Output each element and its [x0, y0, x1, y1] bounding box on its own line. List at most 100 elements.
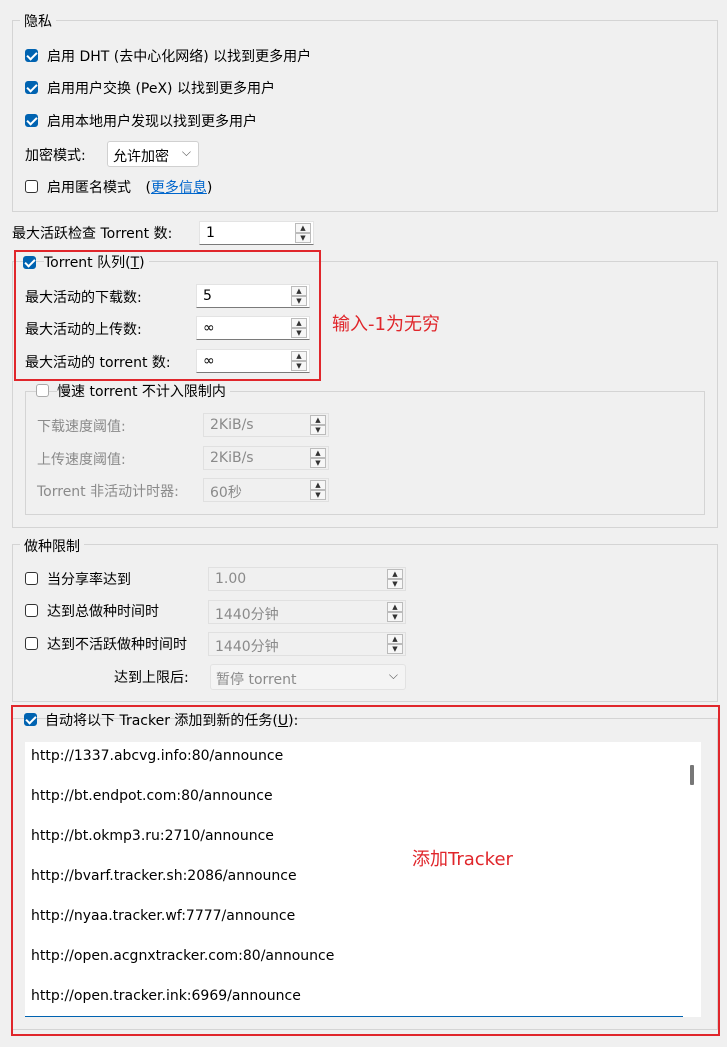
dht-label: 启用 DHT (去中心化网络) 以找到更多用户	[47, 49, 312, 65]
tracker-item[interactable]: http://1337.abcvg.info:80/announce	[31, 748, 283, 764]
queue-annotation: 输入-1为无穷	[332, 314, 440, 335]
inactive-seed-checkbox[interactable]	[25, 637, 38, 650]
paren-close: )	[206, 180, 213, 196]
tracker-item[interactable]: http://bt.okmp3.ru:2710/announce	[31, 828, 274, 844]
down-arrow-icon[interactable]: ▼	[310, 458, 326, 468]
max-uploads-value: ∞	[203, 320, 215, 336]
up-arrow-icon[interactable]: ▲	[387, 569, 403, 579]
chevron-down-icon: ⌵	[388, 668, 398, 682]
queue-title-suffix: )	[139, 255, 145, 271]
ul-threshold-spinbox[interactable]: 2KiB/s ▲ ▼	[203, 446, 329, 470]
checking-spinbox[interactable]: 1 ▲ ▼	[199, 221, 314, 245]
tracker-item[interactable]: http://bvarf.tracker.sh:2086/announce	[31, 868, 297, 884]
max-uploads-label: 最大活动的上传数:	[25, 322, 142, 338]
checking-value: 1	[206, 225, 215, 241]
inactive-seed-spinbox[interactable]: 1440分钟 ▲ ▼	[208, 632, 406, 656]
ratio-stepper[interactable]: ▲ ▼	[387, 569, 403, 589]
max-downloads-value: 5	[203, 288, 212, 304]
max-torrents-spinbox[interactable]: ∞ ▲ ▼	[196, 349, 310, 373]
up-arrow-icon[interactable]: ▲	[310, 415, 326, 425]
down-arrow-icon[interactable]: ▼	[291, 296, 307, 306]
tracker-item[interactable]: http://nyaa.tracker.wf:7777/announce	[31, 908, 295, 924]
max-uploads-stepper[interactable]: ▲ ▼	[291, 318, 307, 338]
anonymous-label: 启用匿名模式 (更多信息)	[47, 177, 212, 197]
up-arrow-icon[interactable]: ▲	[387, 602, 403, 612]
dl-threshold-stepper[interactable]: ▲ ▼	[310, 415, 326, 435]
inactive-timer-stepper[interactable]: ▲ ▼	[310, 480, 326, 500]
down-arrow-icon[interactable]: ▼	[387, 579, 403, 589]
queue-title-key: T	[130, 255, 140, 271]
ratio-spinbox[interactable]: 1.00 ▲ ▼	[208, 567, 406, 591]
down-arrow-icon[interactable]: ▼	[310, 490, 326, 500]
seed-time-stepper[interactable]: ▲ ▼	[387, 602, 403, 622]
encryption-select[interactable]: 允许加密 ⌵	[107, 141, 199, 167]
seed-time-checkbox[interactable]	[25, 604, 38, 617]
inactive-seed-stepper[interactable]: ▲ ▼	[387, 634, 403, 654]
more-info-link[interactable]: 更多信息	[151, 180, 207, 196]
chevron-down-icon: ⌵	[181, 145, 191, 159]
dl-threshold-spinbox[interactable]: 2KiB/s ▲ ▼	[203, 413, 329, 437]
seed-time-spinbox[interactable]: 1440分钟 ▲ ▼	[208, 600, 406, 624]
seed-time-value: 1440分钟	[215, 607, 279, 623]
limit-action-value: 暂停 torrent	[216, 672, 297, 688]
down-arrow-icon[interactable]: ▼	[310, 425, 326, 435]
down-arrow-icon[interactable]: ▼	[291, 361, 307, 371]
privacy-title: 隐私	[20, 11, 56, 31]
up-arrow-icon[interactable]: ▲	[291, 318, 307, 328]
queue-checkbox[interactable]	[23, 256, 36, 269]
inactive-timer-spinbox[interactable]: 60秒 ▲ ▼	[203, 478, 329, 502]
trackers-title-key: U	[277, 713, 289, 729]
slow-torrent-checkbox[interactable]	[36, 384, 49, 397]
ratio-value: 1.00	[215, 571, 247, 587]
max-torrents-stepper[interactable]: ▲ ▼	[291, 351, 307, 371]
dl-threshold-label: 下载速度阈值:	[37, 419, 126, 435]
encryption-label: 加密模式:	[25, 148, 86, 164]
ul-threshold-label: 上传速度阈值:	[37, 452, 126, 468]
up-arrow-icon[interactable]: ▲	[310, 480, 326, 490]
ul-threshold-value: 2KiB/s	[210, 450, 254, 466]
down-arrow-icon[interactable]: ▼	[295, 233, 311, 243]
down-arrow-icon[interactable]: ▼	[387, 644, 403, 654]
down-arrow-icon[interactable]: ▼	[387, 612, 403, 622]
max-downloads-stepper[interactable]: ▲ ▼	[291, 286, 307, 306]
up-arrow-icon[interactable]: ▲	[291, 286, 307, 296]
checking-label: 最大活跃检查 Torrent 数:	[12, 226, 173, 242]
up-arrow-icon[interactable]: ▲	[291, 351, 307, 361]
encryption-value: 允许加密	[113, 149, 169, 165]
trackers-checkbox[interactable]	[24, 713, 37, 726]
anonymous-text: 启用匿名模式	[47, 180, 131, 196]
dht-checkbox[interactable]	[25, 49, 38, 62]
trackers-title: 自动将以下 Tracker 添加到新的任务(U):	[45, 710, 298, 730]
ratio-checkbox[interactable]	[25, 572, 38, 585]
checking-stepper[interactable]: ▲ ▼	[295, 223, 311, 243]
anonymous-checkbox[interactable]	[25, 180, 38, 193]
up-arrow-icon[interactable]: ▲	[387, 634, 403, 644]
max-downloads-label: 最大活动的下载数:	[25, 290, 142, 306]
max-downloads-spinbox[interactable]: 5 ▲ ▼	[196, 284, 310, 308]
ul-threshold-stepper[interactable]: ▲ ▼	[310, 448, 326, 468]
limit-action-select[interactable]: 暂停 torrent ⌵	[210, 664, 406, 690]
inactive-timer-label: Torrent 非活动计时器:	[37, 484, 179, 500]
tracker-annotation: 添加Tracker	[412, 849, 513, 870]
dl-threshold-value: 2KiB/s	[210, 417, 254, 433]
down-arrow-icon[interactable]: ▼	[291, 328, 307, 338]
trackers-title-suffix: ):	[288, 713, 299, 729]
up-arrow-icon[interactable]: ▲	[295, 223, 311, 233]
tracker-scrollbar-thumb[interactable]	[690, 765, 694, 785]
tracker-item[interactable]: http://bt.endpot.com:80/announce	[31, 788, 273, 804]
seed-time-label: 达到总做种时间时	[47, 604, 159, 620]
queue-title-prefix: Torrent 队列(	[44, 255, 131, 271]
tracker-item[interactable]: http://open.acgnxtracker.com:80/announce	[31, 948, 334, 964]
pex-label: 启用用户交换 (PeX) 以找到更多用户	[47, 81, 275, 97]
inactive-seed-label: 达到不活跃做种时间时	[47, 637, 187, 653]
max-torrents-label: 最大活动的 torrent 数:	[25, 355, 171, 371]
max-uploads-spinbox[interactable]: ∞ ▲ ▼	[196, 316, 310, 340]
up-arrow-icon[interactable]: ▲	[310, 448, 326, 458]
trackers-title-prefix: 自动将以下 Tracker 添加到新的任务(	[45, 713, 278, 729]
tracker-list[interactable]: http://1337.abcvg.info:80/announce http:…	[25, 742, 701, 1017]
lsd-checkbox[interactable]	[25, 114, 38, 127]
tracker-item[interactable]: http://open.tracker.ink:6969/announce	[31, 988, 301, 1004]
pex-checkbox[interactable]	[25, 81, 38, 94]
inactive-seed-value: 1440分钟	[215, 639, 279, 655]
seeding-title: 做种限制	[20, 536, 84, 556]
